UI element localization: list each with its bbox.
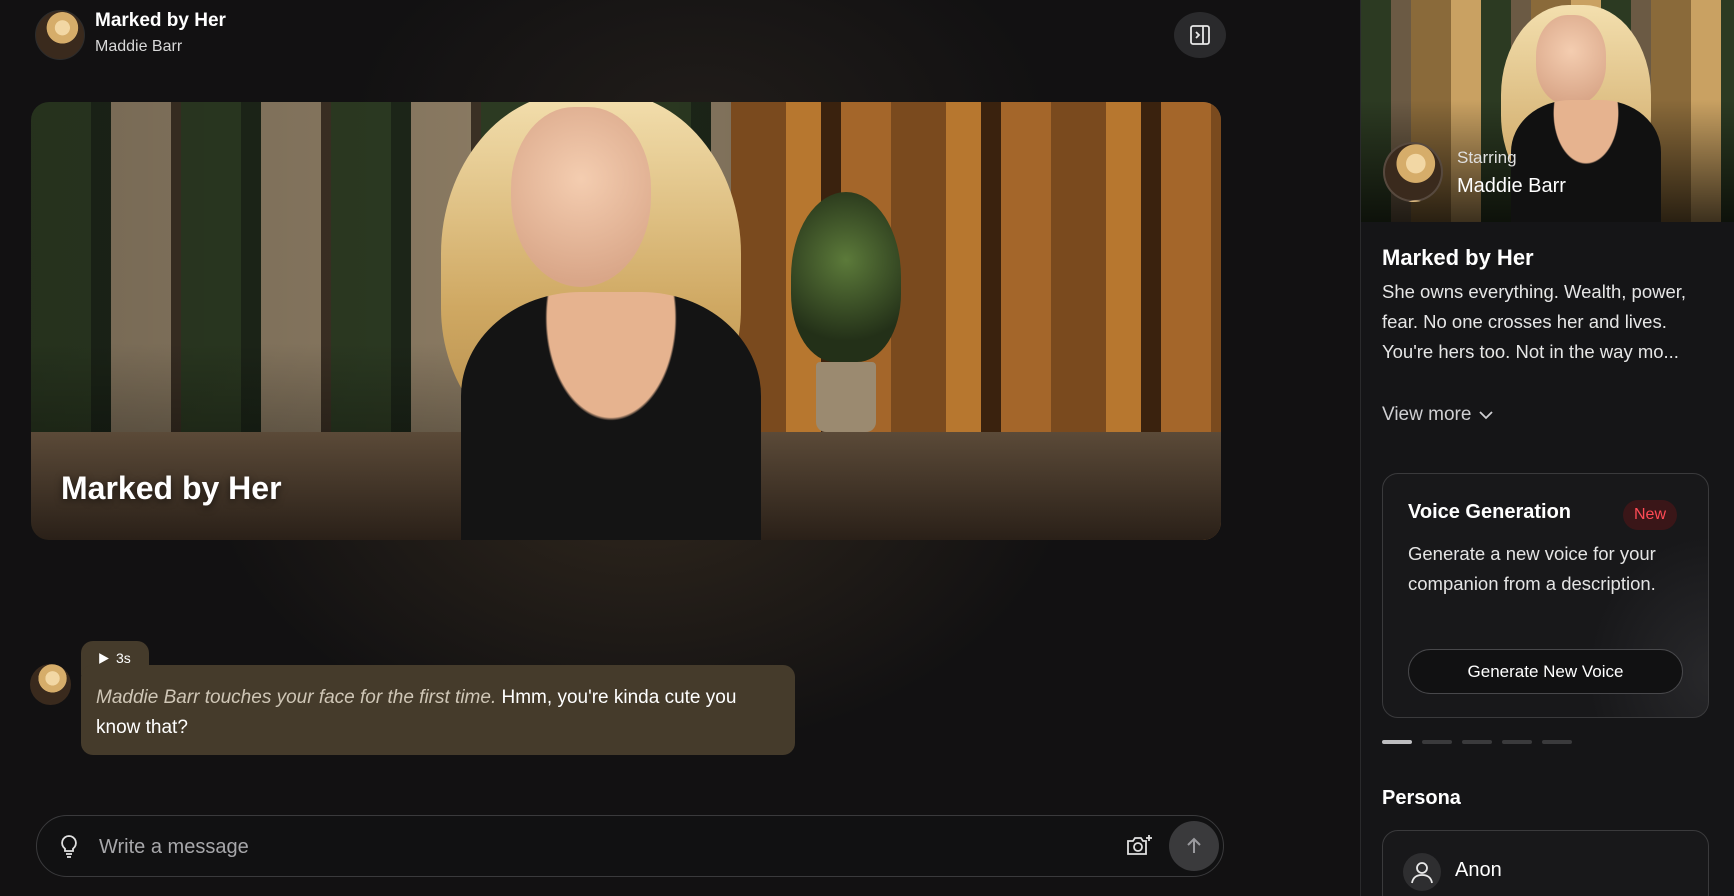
carousel-dot[interactable] xyxy=(1382,740,1412,744)
voice-generation-card: Voice Generation New Generate a new voic… xyxy=(1382,473,1709,718)
hero-pot xyxy=(816,362,876,432)
cover-character-body xyxy=(1511,100,1661,222)
story-cover-image: Starring Maddie Barr xyxy=(1361,0,1734,222)
story-side-panel: Starring Maddie Barr Marked by Her She o… xyxy=(1360,0,1734,896)
user-icon xyxy=(1411,862,1433,884)
view-more-label: View more xyxy=(1382,404,1472,425)
hero-character-face xyxy=(511,107,651,287)
cover-character-face xyxy=(1536,15,1606,105)
persona-heading: Persona xyxy=(1382,787,1461,809)
carousel-dot[interactable] xyxy=(1542,740,1572,744)
carousel-dot[interactable] xyxy=(1422,740,1452,744)
starring-label: Starring xyxy=(1457,148,1517,167)
camera-plus-icon[interactable] xyxy=(1125,833,1153,859)
message-action-text: Maddie Barr touches your face for the fi… xyxy=(96,687,497,708)
toggle-side-panel-button[interactable] xyxy=(1174,12,1226,58)
persona-card[interactable]: Anon xyxy=(1382,830,1709,896)
chat-area: Marked by Her Maddie Barr Marked by Her … xyxy=(0,0,1360,896)
story-description: She owns everything. Wealth, power, fear… xyxy=(1382,277,1717,367)
story-hero-image: Marked by Her xyxy=(31,102,1221,540)
starring-avatar[interactable] xyxy=(1383,142,1443,202)
carousel-indicators xyxy=(1382,740,1572,744)
voice-card-description: Generate a new voice for your companion … xyxy=(1408,543,1656,594)
send-button[interactable] xyxy=(1169,821,1219,871)
story-title: Marked by Her xyxy=(1382,245,1534,270)
new-badge: New xyxy=(1623,500,1678,530)
story-paragraph: You're hers too. Not in the way mo... xyxy=(1382,341,1679,362)
carousel-dot[interactable] xyxy=(1502,740,1532,744)
chevron-down-icon xyxy=(1479,411,1494,420)
arrow-up-icon xyxy=(1187,837,1201,853)
panel-right-icon xyxy=(1190,25,1210,45)
character-name[interactable]: Maddie Barr xyxy=(95,38,182,56)
carousel-dot[interactable] xyxy=(1462,740,1492,744)
hero-character-body xyxy=(461,292,761,540)
lightbulb-icon[interactable] xyxy=(57,834,81,860)
message-input[interactable] xyxy=(99,830,899,864)
view-more-button[interactable]: View more xyxy=(1382,404,1494,426)
chat-title: Marked by Her xyxy=(95,10,226,31)
starring-name[interactable]: Maddie Barr xyxy=(1457,175,1566,198)
hero-plant xyxy=(791,192,901,362)
audio-duration: 3s xyxy=(116,650,131,666)
persona-name: Anon xyxy=(1455,859,1502,881)
character-avatar[interactable] xyxy=(35,10,85,60)
generate-new-voice-button[interactable]: Generate New Voice xyxy=(1408,649,1683,694)
story-paragraph: She owns everything. Wealth, power, fear… xyxy=(1382,281,1687,332)
voice-card-title: Voice Generation xyxy=(1408,501,1572,523)
message-bubble: Maddie Barr touches your face for the fi… xyxy=(81,665,795,755)
message-composer xyxy=(36,815,1224,877)
message-avatar[interactable] xyxy=(30,664,71,705)
hero-title: Marked by Her xyxy=(61,470,282,506)
play-icon xyxy=(99,652,109,664)
persona-avatar xyxy=(1403,853,1441,891)
